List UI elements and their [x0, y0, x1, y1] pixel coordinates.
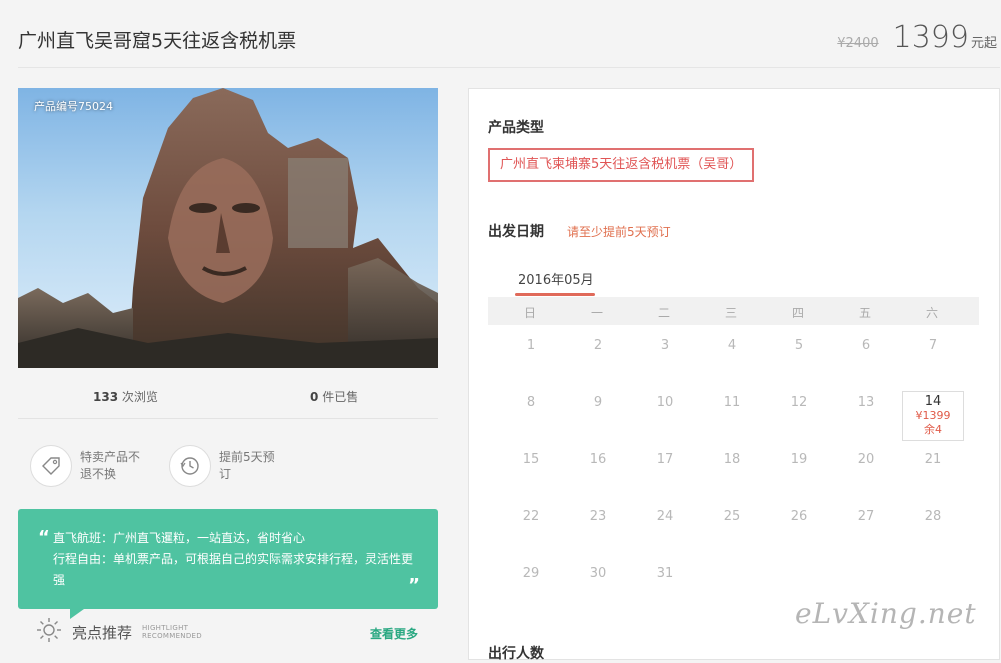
stats-divider	[18, 418, 438, 419]
tag-icon	[30, 445, 72, 487]
calendar-day: 10	[656, 395, 674, 410]
sold-label: 件已售	[322, 390, 359, 404]
views-label: 次浏览	[121, 390, 158, 404]
history-clock-icon	[169, 445, 211, 487]
highlight-line: 行程自由：单机票产品，可根据自己的实际需求安排行程，灵活性更强	[53, 552, 414, 587]
day-price: ¥1399	[915, 409, 951, 422]
calendar-day: 22	[522, 509, 540, 524]
original-price: ¥2400	[837, 36, 879, 51]
day-remaining: 余4	[924, 423, 942, 436]
product-image[interactable]: 产品编号75024	[18, 88, 438, 368]
product-type-option[interactable]: 广州直飞柬埔寨5天往返含税机票（吴哥）	[488, 148, 755, 182]
calendar-day: 9	[593, 395, 603, 410]
open-quote: “	[38, 527, 50, 548]
feature-label: 特卖产品不退不换	[80, 450, 141, 481]
calendar-day: 30	[589, 566, 607, 581]
calendar-day: 8	[526, 395, 536, 410]
weekday-header: 日 一 二 三 四 五 六	[488, 297, 979, 325]
calendar-day: 5	[794, 338, 804, 353]
watermark: eLvXing.net	[795, 597, 977, 630]
views-count: 133	[93, 390, 119, 404]
product-stats: 133 次浏览 0 件已售	[18, 384, 438, 408]
sold-count: 0	[310, 390, 319, 404]
month-tab-underline	[515, 293, 595, 296]
weekday-label: 五	[858, 306, 871, 320]
calendar-day: 19	[790, 452, 808, 467]
weekday-label: 三	[724, 306, 737, 320]
highlight-recommend: 亮点推荐 HIGHTLIGHT RECOMMENDED	[36, 617, 202, 647]
calendar-day: 27	[857, 509, 875, 524]
weekday-label: 二	[657, 306, 670, 320]
calendar-day-available[interactable]: 14 ¥1399 余4	[902, 391, 964, 441]
price-unit: 元起	[970, 36, 997, 51]
close-quote: ”	[408, 575, 420, 596]
calendar-day: 17	[656, 452, 674, 467]
feature-no-refund: 特卖产品不退不换	[30, 444, 144, 488]
product-number: 产品编号75024	[34, 100, 113, 113]
views-stat: 133 次浏览	[93, 388, 158, 405]
weekday-label: 四	[791, 306, 804, 320]
day-number: 14	[924, 394, 942, 409]
calendar-day: 1	[526, 338, 536, 353]
current-price: 1399	[892, 20, 969, 55]
calendar-day: 31	[656, 566, 674, 581]
sold-stat: 0 件已售	[310, 388, 358, 405]
sun-icon	[36, 617, 62, 647]
feature-label: 提前5天预订	[219, 450, 275, 481]
calendar-day: 11	[723, 395, 741, 410]
header-divider	[18, 67, 1000, 68]
month-tab[interactable]: 2016年05月	[518, 269, 594, 288]
calendar-day: 3	[660, 338, 670, 353]
highlight-subtitle: HIGHTLIGHT RECOMMENDED	[142, 624, 202, 640]
travelers-section-title: 出行人数	[488, 646, 544, 662]
weekday-label: 日	[523, 306, 536, 320]
booking-hint: 请至少提前5天预订	[567, 225, 671, 239]
calendar-day: 29	[522, 566, 540, 581]
calendar-day: 23	[589, 509, 607, 524]
weekday-label: 六	[925, 306, 938, 320]
highlight-line: 直飞航班：广州直飞暹粒，一站直达，省时省心	[53, 531, 306, 545]
see-more-link[interactable]: 查看更多	[370, 625, 418, 642]
highlight-box: “ 直飞航班：广州直飞暹粒，一站直达，省时省心 行程自由：单机票产品，可根据自己…	[18, 509, 438, 619]
highlight-title: 亮点推荐	[72, 623, 133, 642]
calendar-day: 20	[857, 452, 875, 467]
calendar-day: 26	[790, 509, 808, 524]
departure-date-title: 出发日期	[488, 224, 544, 240]
calendar-day: 12	[790, 395, 808, 410]
calendar-day: 25	[723, 509, 741, 524]
calendar-day: 16	[589, 452, 607, 467]
weekday-label: 一	[590, 306, 603, 320]
calendar-day: 7	[928, 338, 938, 353]
feature-advance-booking: 提前5天预订	[169, 444, 283, 488]
calendar-day: 13	[857, 395, 875, 410]
calendar-day: 4	[727, 338, 737, 353]
calendar-day: 18	[723, 452, 741, 467]
product-title: 广州直飞吴哥窟5天往返含税机票	[18, 30, 297, 52]
calendar-day: 15	[522, 452, 540, 467]
calendar-day: 28	[924, 509, 942, 524]
calendar-day: 2	[593, 338, 603, 353]
price-box: ¥2400 1399 元起	[837, 20, 997, 55]
calendar-day: 6	[861, 338, 871, 353]
angkor-temple-image	[18, 88, 438, 368]
booking-panel: 产品类型 广州直飞柬埔寨5天往返含税机票（吴哥） 出发日期 请至少提前5天预订 …	[468, 88, 1000, 662]
calendar-day: 24	[656, 509, 674, 524]
calendar-day: 21	[924, 452, 942, 467]
product-type-title: 产品类型	[488, 120, 544, 136]
